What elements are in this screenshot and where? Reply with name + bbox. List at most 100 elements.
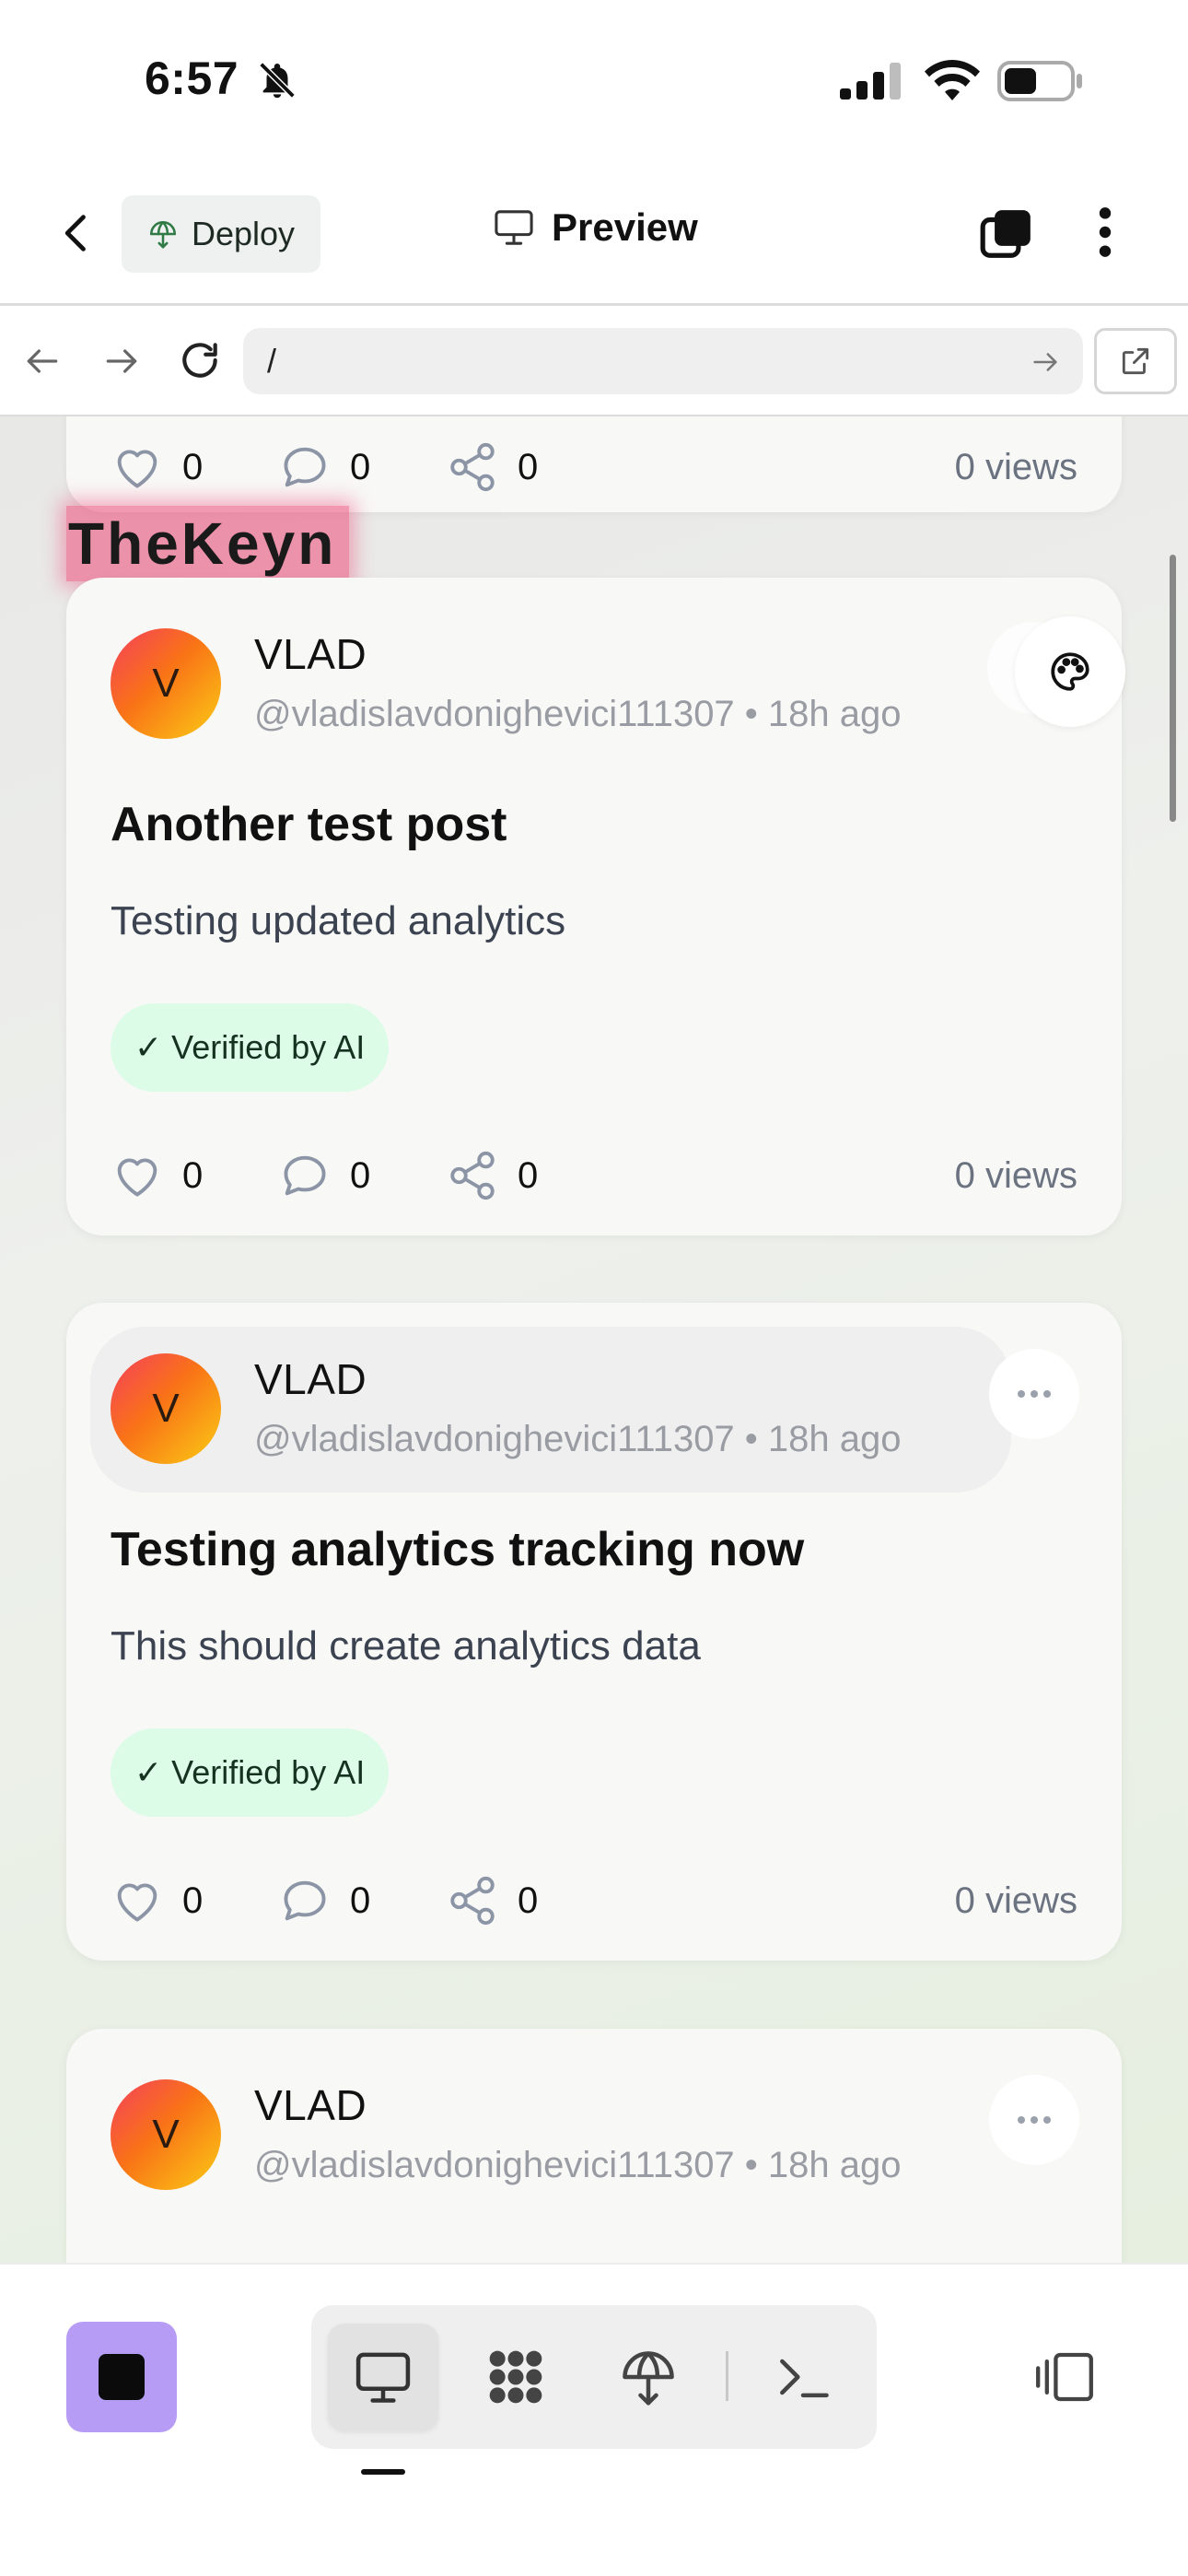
verified-badge: ✓ Verified by AI — [111, 1728, 390, 1817]
url-input[interactable] — [243, 328, 1083, 394]
battery-icon — [997, 61, 1082, 101]
preview-title: Preview — [493, 205, 698, 250]
comment-button[interactable]: 0 — [278, 1143, 370, 1208]
more-horizontal-icon — [1018, 1390, 1051, 1398]
comment-icon — [284, 1880, 326, 1921]
more-button[interactable] — [989, 2075, 1079, 2165]
monitor-icon — [355, 2352, 411, 2403]
go-arrow-icon[interactable] — [1030, 346, 1061, 378]
comment-button[interactable]: 0 — [278, 1868, 370, 1933]
more-vertical-icon[interactable] — [1087, 204, 1124, 261]
preview-label: Preview — [552, 205, 698, 249]
deploy-icon — [149, 220, 177, 249]
share-button[interactable]: 0 — [446, 435, 538, 499]
divider — [726, 2351, 728, 2401]
post-title[interactable]: Another test post — [111, 797, 507, 852]
more-button[interactable] — [989, 1349, 1079, 1439]
comment-count: 0 — [350, 1879, 371, 1921]
back-chevron-icon[interactable] — [53, 209, 101, 257]
arrow-right-icon[interactable] — [101, 341, 142, 381]
heart-icon — [117, 1883, 157, 1922]
terminal-mode-button[interactable] — [748, 2324, 858, 2430]
brand-tag: TheKeyn — [66, 506, 350, 581]
author-handle: @vladislavdonighevici111307 • 18h ago — [254, 1419, 902, 1459]
arrow-left-icon[interactable] — [22, 341, 63, 381]
post-card: 0 0 0 0 views — [66, 416, 1122, 512]
author-name[interactable]: VLAD — [254, 2080, 367, 2130]
comment-button[interactable]: 0 — [278, 435, 370, 499]
browser-bar — [0, 306, 1188, 416]
preview-mode-button[interactable] — [328, 2324, 438, 2430]
share-icon — [450, 1876, 495, 1926]
apps-grid-icon — [489, 2350, 542, 2404]
terminal-icon — [780, 2359, 829, 2398]
like-count: 0 — [182, 1154, 204, 1196]
reload-icon[interactable] — [177, 337, 223, 383]
deploy-icon — [623, 2351, 674, 2406]
heart-icon — [117, 450, 157, 488]
theme-palette-button[interactable] — [1015, 616, 1125, 727]
bell-off-icon — [259, 62, 296, 99]
stop-button[interactable] — [66, 2322, 177, 2432]
palette-icon — [1051, 652, 1089, 691]
author-name[interactable]: VLAD — [254, 1354, 367, 1404]
deploy-mode-button[interactable] — [593, 2324, 704, 2430]
view-count: 0 views — [954, 446, 1077, 487]
post-card: V VLAD @vladislavdonighevici111307 • 18h… — [66, 2029, 1122, 2263]
status-time: 6:57 — [145, 53, 239, 104]
external-link-icon — [1122, 347, 1149, 375]
apps-mode-button[interactable] — [460, 2324, 571, 2430]
scrollbar[interactable] — [1170, 555, 1176, 822]
more-horizontal-icon — [1018, 2116, 1051, 2124]
status-bar: 6:57 — [0, 0, 1188, 161]
panel-layout-icon[interactable] — [1031, 2349, 1098, 2405]
stop-icon — [99, 2354, 145, 2400]
author-handle: @vladislavdonighevici111307 • 18h ago — [254, 694, 902, 734]
post-body: This should create analytics data — [111, 1623, 701, 1669]
share-count: 0 — [518, 1154, 539, 1196]
comment-icon — [284, 1155, 326, 1196]
cellular-signal-icon — [840, 63, 901, 100]
deploy-button[interactable]: Deploy — [122, 195, 320, 273]
share-icon — [450, 1151, 495, 1200]
post-title[interactable]: Testing analytics tracking now — [111, 1522, 804, 1577]
heart-icon — [117, 1158, 157, 1197]
post-actions: 0 0 0 0 views — [111, 1143, 1077, 1208]
share-count: 0 — [518, 1879, 539, 1921]
author-name[interactable]: VLAD — [254, 629, 367, 679]
monitor-icon — [495, 210, 533, 245]
avatar-letter: V — [152, 661, 180, 706]
share-button[interactable]: 0 — [446, 1143, 538, 1208]
avatar-letter: V — [152, 2112, 180, 2157]
active-mode-indicator — [361, 2469, 405, 2475]
open-external-button[interactable] — [1094, 328, 1177, 394]
avatar[interactable]: V — [111, 628, 221, 739]
preview-content[interactable]: 0 0 0 0 views TheKeyn V VLAD @vladislavd… — [0, 416, 1188, 2263]
share-count: 0 — [518, 446, 539, 487]
post-actions: 0 0 0 0 views — [111, 435, 1077, 499]
author-info[interactable] — [90, 602, 1011, 767]
verified-badge: ✓ Verified by AI — [111, 1003, 390, 1092]
comment-icon — [284, 447, 326, 487]
bottom-toolbar — [0, 2263, 1188, 2576]
avatar[interactable]: V — [111, 1353, 221, 1464]
like-count: 0 — [182, 446, 204, 487]
post-card: V VLAD @vladislavdonighevici111307 • 18h… — [66, 578, 1125, 1235]
like-button[interactable]: 0 — [111, 1868, 203, 1933]
comment-count: 0 — [350, 446, 371, 487]
like-button[interactable]: 0 — [111, 1143, 203, 1208]
avatar-letter: V — [152, 1386, 180, 1431]
comment-count: 0 — [350, 1154, 371, 1196]
deploy-label: Deploy — [192, 215, 296, 252]
share-button[interactable]: 0 — [446, 1868, 538, 1933]
tabs-icon[interactable] — [978, 205, 1035, 263]
like-button[interactable]: 0 — [111, 435, 203, 499]
post-card: V VLAD @vladislavdonighevici111307 • 18h… — [66, 1303, 1122, 1961]
avatar[interactable]: V — [111, 2079, 221, 2190]
app-header: Deploy Preview — [0, 161, 1188, 306]
view-count: 0 views — [954, 1154, 1077, 1196]
author-info[interactable] — [90, 1327, 1011, 1493]
author-handle: @vladislavdonighevici111307 • 18h ago — [254, 2145, 902, 2185]
wifi-icon — [925, 60, 980, 100]
like-count: 0 — [182, 1879, 204, 1921]
